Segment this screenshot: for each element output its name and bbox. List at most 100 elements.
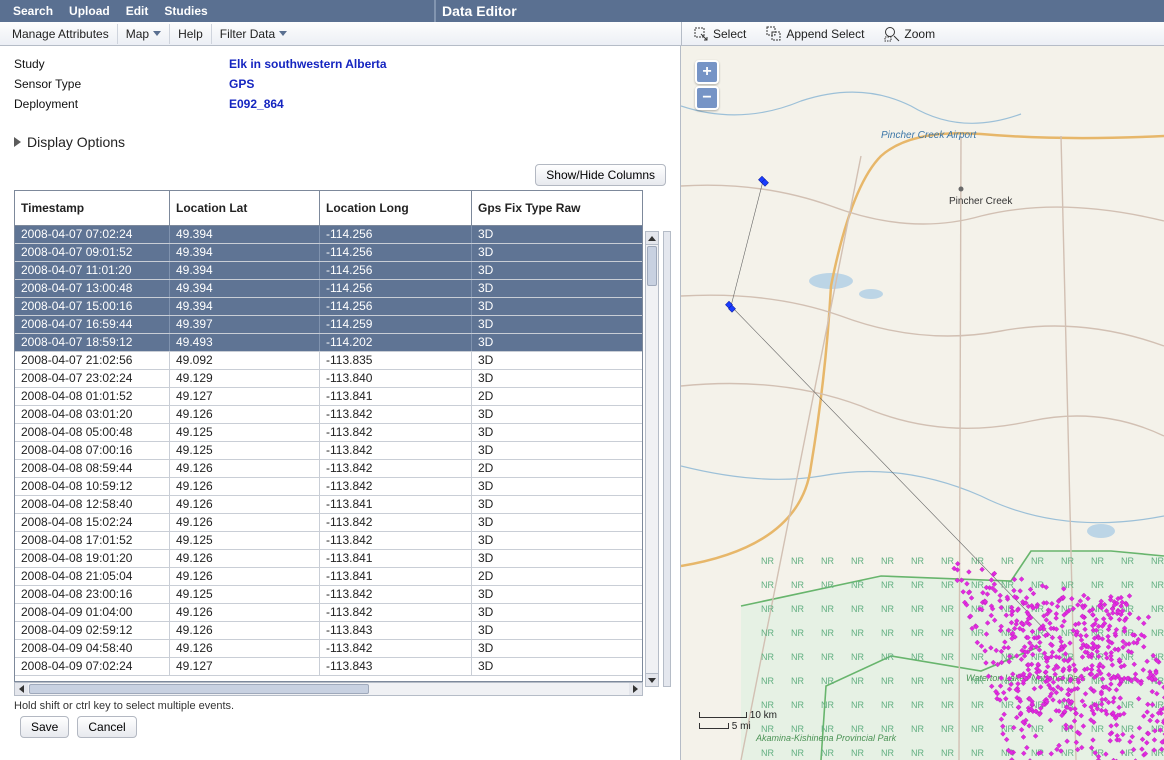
table-row[interactable]: 2008-04-08 12:58:4049.126-113.8413D: [15, 496, 642, 514]
map-canvas[interactable]: Pincher Creek Pincher Creek Airport Wate…: [681, 46, 1164, 760]
table-cell: 49.129: [170, 370, 320, 387]
zoom-in-button[interactable]: +: [695, 60, 719, 84]
svg-text:NR: NR: [881, 580, 894, 590]
column-header[interactable]: Timestamp: [15, 191, 170, 225]
map-tool-append-select[interactable]: Append Select: [759, 23, 871, 45]
grid-body[interactable]: 2008-04-07 07:02:2449.394-114.2563D2008-…: [15, 226, 642, 681]
cancel-button[interactable]: Cancel: [77, 716, 136, 738]
svg-text:NR: NR: [791, 556, 804, 566]
scroll-right-button[interactable]: [629, 683, 642, 695]
svg-text:NR: NR: [881, 724, 894, 734]
chevron-down-icon: [648, 678, 656, 683]
table-row[interactable]: 2008-04-08 23:00:1649.125-113.8423D: [15, 586, 642, 604]
table-row[interactable]: 2008-04-09 01:04:0049.126-113.8423D: [15, 604, 642, 622]
table-cell: 3D: [472, 262, 624, 279]
topbar-item-search[interactable]: Search: [6, 2, 60, 20]
svg-text:NR: NR: [941, 628, 954, 638]
table-row[interactable]: 2008-04-08 15:02:2449.126-113.8423D: [15, 514, 642, 532]
svg-text:NR: NR: [881, 604, 894, 614]
table-row[interactable]: 2008-04-08 19:01:2049.126-113.8413D: [15, 550, 642, 568]
table-cell: 3D: [472, 496, 624, 513]
table-cell: 3D: [472, 478, 624, 495]
column-header[interactable]: Location Lat: [170, 191, 320, 225]
table-row[interactable]: 2008-04-07 15:00:1649.394-114.2563D: [15, 298, 642, 316]
table-row[interactable]: 2008-04-08 08:59:4449.126-113.8422D: [15, 460, 642, 478]
horizontal-scrollbar[interactable]: [14, 682, 643, 696]
save-button[interactable]: Save: [20, 716, 69, 738]
table-row[interactable]: 2008-04-07 21:02:5649.092-113.8353D: [15, 352, 642, 370]
table-cell: -113.842: [320, 460, 472, 477]
table-row[interactable]: 2008-04-08 21:05:0449.126-113.8412D: [15, 568, 642, 586]
table-cell: -113.841: [320, 496, 472, 513]
svg-text:NR: NR: [1061, 556, 1074, 566]
zoom-out-button[interactable]: −: [695, 86, 719, 110]
svg-text:NR: NR: [1151, 604, 1164, 614]
table-row[interactable]: 2008-04-09 04:58:4049.126-113.8423D: [15, 640, 642, 658]
table-row[interactable]: 2008-04-09 07:02:2449.127-113.8433D: [15, 658, 642, 676]
table-cell: 49.126: [170, 568, 320, 585]
table-cell: 2008-04-08 21:05:04: [15, 568, 170, 585]
topbar-item-upload[interactable]: Upload: [62, 2, 117, 20]
vertical-scrollbar[interactable]: [645, 231, 659, 687]
svg-text:NR: NR: [851, 580, 864, 590]
table-cell: 49.126: [170, 514, 320, 531]
menu-label: Help: [178, 27, 203, 41]
map-pane[interactable]: Pincher Creek Pincher Creek Airport Wate…: [681, 46, 1164, 760]
table-row[interactable]: 2008-04-09 02:59:1249.126-113.8433D: [15, 622, 642, 640]
menu-help[interactable]: Help: [170, 24, 212, 44]
table-cell: 49.394: [170, 298, 320, 315]
show-hide-columns-button[interactable]: Show/Hide Columns: [535, 164, 666, 186]
svg-text:NR: NR: [851, 724, 864, 734]
table-row[interactable]: 2008-04-07 09:01:5249.394-114.2563D: [15, 244, 642, 262]
table-cell: 2008-04-08 10:59:12: [15, 478, 170, 495]
table-row[interactable]: 2008-04-08 17:01:5249.125-113.8423D: [15, 532, 642, 550]
table-row[interactable]: 2008-04-07 23:02:2449.129-113.8403D: [15, 370, 642, 388]
scroll-left-button[interactable]: [15, 683, 28, 695]
svg-text:NR: NR: [941, 700, 954, 710]
svg-text:NR: NR: [911, 676, 924, 686]
table-row[interactable]: 2008-04-07 13:00:4849.394-114.2563D: [15, 280, 642, 298]
overview-scrollbar[interactable]: [663, 231, 671, 687]
column-header[interactable]: Gps Fix Type Raw: [472, 191, 624, 225]
scrollbar-thumb-h[interactable]: [29, 684, 369, 694]
map-tool-select[interactable]: Select: [686, 23, 753, 45]
svg-text:NR: NR: [941, 604, 954, 614]
table-cell: 2008-04-07 16:59:44: [15, 316, 170, 333]
table-row[interactable]: 2008-04-07 11:01:2049.394-114.2563D: [15, 262, 642, 280]
table-row[interactable]: 2008-04-07 18:59:1249.493-114.2023D: [15, 334, 642, 352]
column-header[interactable]: Location Long: [320, 191, 472, 225]
svg-text:NR: NR: [881, 652, 894, 662]
map-tool-zoom[interactable]: Zoom: [877, 23, 942, 45]
table-row[interactable]: 2008-04-07 16:59:4449.397-114.2593D: [15, 316, 642, 334]
table-cell: 49.127: [170, 388, 320, 405]
table-cell: -113.835: [320, 352, 472, 369]
table-cell: -113.842: [320, 424, 472, 441]
table-row[interactable]: 2008-04-08 10:59:1249.126-113.8423D: [15, 478, 642, 496]
svg-text:NR: NR: [971, 700, 984, 710]
scroll-up-button[interactable]: [646, 232, 658, 245]
table-cell: -113.841: [320, 388, 472, 405]
menu-map[interactable]: Map: [118, 24, 170, 44]
map-tool-label: Zoom: [904, 27, 935, 41]
menu-filter-data[interactable]: Filter Data: [212, 24, 295, 44]
table-row[interactable]: 2008-04-08 05:00:4849.125-113.8423D: [15, 424, 642, 442]
topbar-item-studies[interactable]: Studies: [157, 2, 214, 20]
svg-text:NR: NR: [761, 556, 774, 566]
table-row[interactable]: 2008-04-08 01:01:5249.127-113.8412D: [15, 388, 642, 406]
chevron-right-icon: [633, 685, 638, 693]
display-options-toggle[interactable]: Display Options: [14, 134, 666, 150]
table-cell: 49.394: [170, 226, 320, 243]
table-cell: -114.256: [320, 244, 472, 261]
scrollbar-thumb[interactable]: [647, 246, 657, 286]
table-row[interactable]: 2008-04-07 07:02:2449.394-114.2563D: [15, 226, 642, 244]
topbar-item-edit[interactable]: Edit: [119, 2, 156, 20]
svg-text:NR: NR: [1001, 700, 1014, 710]
scroll-down-button[interactable]: [646, 673, 658, 686]
table-row[interactable]: 2008-04-08 07:00:1649.125-113.8423D: [15, 442, 642, 460]
menu-manage-attributes[interactable]: Manage Attributes: [4, 24, 118, 44]
svg-text:NR: NR: [1121, 556, 1134, 566]
table-row[interactable]: 2008-04-08 03:01:2049.126-113.8423D: [15, 406, 642, 424]
svg-text:NR: NR: [941, 652, 954, 662]
map-tool-label: Append Select: [786, 27, 864, 41]
table-cell: -113.842: [320, 514, 472, 531]
